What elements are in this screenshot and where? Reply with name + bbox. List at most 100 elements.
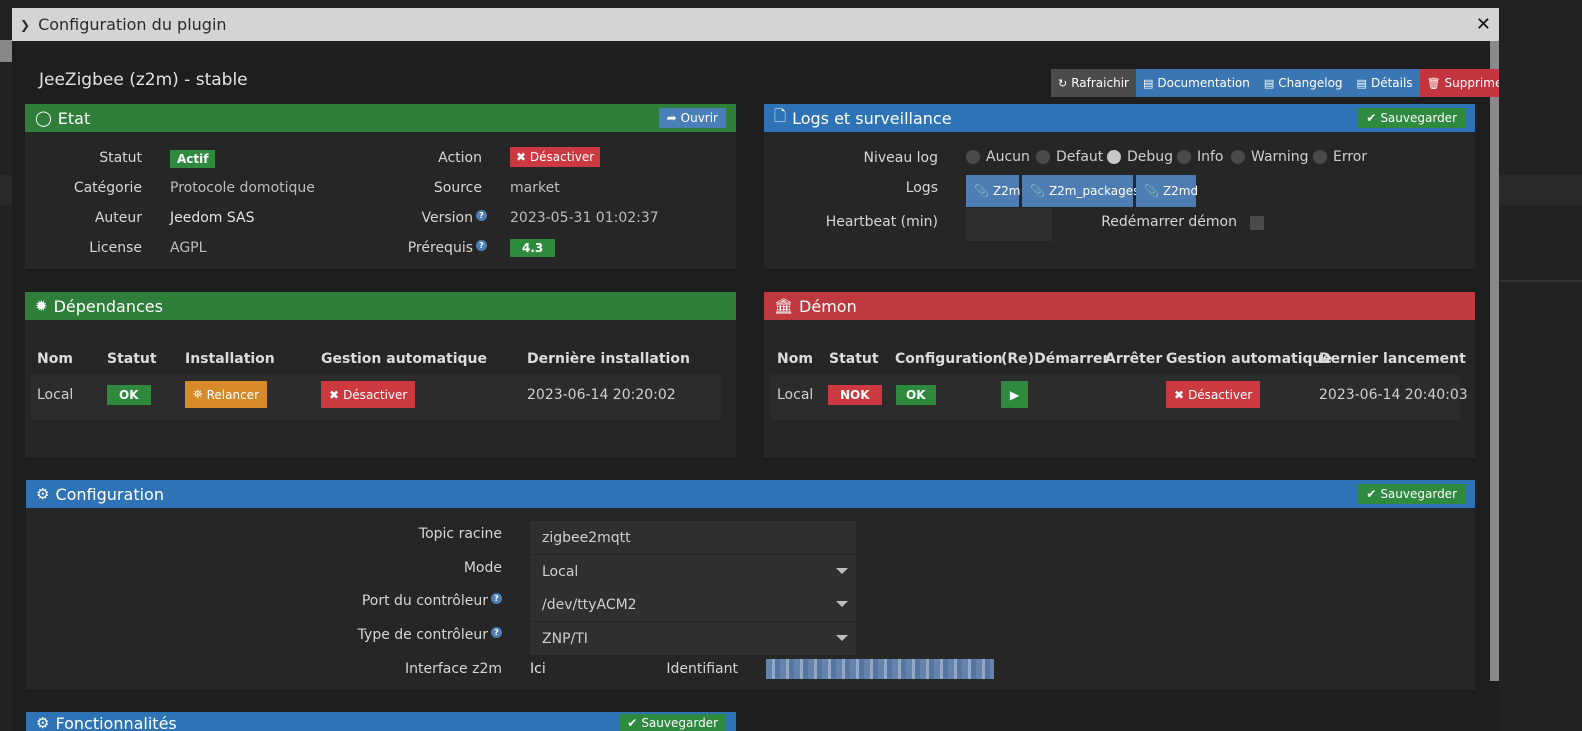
bicycle-icon: ⛯	[193, 387, 203, 401]
radio-defaut[interactable]: Defaut	[1036, 149, 1103, 165]
open-button[interactable]: ➦ Ouvrir	[658, 108, 726, 128]
help-icon[interactable]: ?	[476, 240, 487, 251]
radio-warning[interactable]: Warning	[1231, 149, 1309, 165]
certificate-icon: ✹	[35, 297, 48, 315]
plugin-title: JeeZigbee (z2m) - stable	[39, 70, 248, 90]
logs-label: Logs	[905, 180, 938, 196]
log-z2m-packages-button[interactable]: 📎 Z2m_packages	[1022, 175, 1139, 207]
demon-header: 🏛 Démon	[764, 292, 1475, 320]
circle-icon: ◯	[35, 109, 52, 127]
save-features-button[interactable]: ✔ Sauvegarder	[619, 714, 726, 731]
dep-col-nom: Nom	[37, 351, 73, 367]
radio-aucun[interactable]: Aucun	[966, 149, 1030, 165]
demon-nom: Local	[777, 387, 814, 403]
statut-badge: Actif	[170, 150, 216, 168]
share-icon: ➦	[666, 111, 677, 125]
configuration-panel: ⚙ Configuration ✔ Sauvegarder Topic racin…	[26, 480, 1475, 692]
fonctionnalites-header: ⚙ Fonctionnalités ✔ Sauvegarder	[26, 712, 736, 731]
paperclip-icon: 📎	[974, 184, 989, 198]
paperclip-icon: 📎	[1030, 184, 1045, 198]
documentation-button[interactable]: ▤ Documentation	[1135, 69, 1257, 97]
details-button[interactable]: ▤ Détails	[1349, 69, 1420, 97]
license-value: AGPL	[170, 240, 207, 256]
check-circle-icon: ✔	[1366, 487, 1377, 501]
demon-col-arreter: Arrêter	[1105, 351, 1163, 367]
demon-statut-badge: NOK	[828, 385, 882, 405]
chevron-down-icon	[836, 568, 848, 574]
demon-col-gestion: Gestion automatique	[1166, 351, 1333, 367]
close-icon: ✖	[516, 150, 530, 164]
action-label: Action	[438, 150, 482, 166]
port-select[interactable]: /dev/ttyACM2	[530, 588, 856, 621]
topic-label: Topic racine	[418, 526, 502, 542]
start-daemon-button[interactable]: ▶	[1001, 381, 1028, 408]
chevron-down-icon	[836, 601, 848, 607]
dep-deactivate-button[interactable]: ✖ Désactiver	[321, 381, 416, 408]
close-icon: ✖	[329, 387, 340, 402]
restart-daemon-checkbox[interactable]	[1250, 216, 1264, 230]
changelog-button[interactable]: ▤ Changelog	[1256, 69, 1350, 97]
logs-panel: 🗋 Logs et surveillance ✔ Sauvegarder Nive…	[764, 104, 1475, 271]
close-icon[interactable]: ✕	[1476, 14, 1491, 35]
version-value: 2023-05-31 01:02:37	[510, 210, 659, 226]
demon-dernier: 2023-06-14 20:40:03	[1319, 387, 1468, 403]
logs-header: 🗋 Logs et surveillance ✔ Sauvegarder	[764, 104, 1475, 132]
demon-col-statut: Statut	[829, 351, 879, 367]
auteur-value: Jeedom SAS	[170, 210, 255, 226]
interface-label: Interface z2m	[404, 661, 502, 677]
heartbeat-input[interactable]	[966, 208, 1052, 241]
chevron-right-icon[interactable]: ❯	[20, 18, 30, 32]
demon-deactivate-button[interactable]: ✖ Désactiver	[1166, 381, 1261, 408]
configuration-header: ⚙ Configuration ✔ Sauvegarder	[26, 480, 1475, 508]
demon-col-configuration: Configuration	[895, 351, 1003, 367]
identifiant-label: Identifiant	[666, 661, 738, 677]
dep-statut-badge: OK	[107, 385, 151, 405]
heartbeat-label: Heartbeat (min)	[825, 214, 938, 230]
close-icon: ✖	[1174, 387, 1185, 402]
dep-nom: Local	[37, 387, 74, 403]
help-icon[interactable]: ?	[476, 210, 487, 221]
mode-select[interactable]: Local	[530, 555, 856, 588]
save-logs-button[interactable]: ✔ Sauvegarder	[1358, 108, 1465, 128]
background-divider	[1500, 280, 1582, 282]
chevron-down-icon	[836, 635, 848, 641]
relancer-button[interactable]: ⛯ Relancer	[185, 381, 267, 408]
restart-daemon-label: Redémarrer démon	[1101, 214, 1237, 230]
help-icon[interactable]: ?	[491, 593, 502, 604]
prerequis-label: Prérequis?	[365, 240, 487, 256]
deactivate-plugin-button[interactable]: ✖ Désactiver	[510, 147, 601, 167]
niveau-log-label: Niveau log	[863, 150, 938, 166]
etat-header: ◯ Etat ➦ Ouvrir	[25, 104, 736, 132]
bank-icon: 🏛	[774, 297, 794, 315]
download-icon	[0, 40, 12, 62]
delete-button[interactable]: 🗑Supprimer	[1419, 69, 1499, 97]
modal-title: Configuration du plugin	[38, 15, 227, 34]
gears-icon: ⚙	[36, 485, 50, 503]
identifiant-value-redacted	[766, 659, 994, 679]
top-actions: ↻ Rafraichir ▤ Documentation ▤ Changelog ▤ D…	[1051, 69, 1499, 97]
log-z2md-button[interactable]: 📎 Z2md	[1136, 175, 1198, 207]
trash-icon: 🗑	[1426, 76, 1441, 90]
radio-debug[interactable]: Debug	[1107, 149, 1173, 165]
scrollbar[interactable]	[1490, 41, 1499, 681]
prerequis-badge: 4.3	[510, 239, 556, 257]
fonctionnalites-panel: ⚙ Fonctionnalités ✔ Sauvegarder	[26, 712, 736, 731]
topic-input[interactable]: zigbee2mqtt	[530, 521, 856, 554]
dep-col-gestion: Gestion automatique	[321, 351, 488, 367]
source-label: Source	[433, 180, 482, 196]
refresh-button[interactable]: ↻ Rafraichir	[1051, 69, 1136, 97]
demon-config-badge: OK	[896, 385, 936, 405]
gears-icon: ⚙	[36, 714, 50, 731]
type-select[interactable]: ZNP/TI	[530, 622, 856, 655]
radio-info[interactable]: Info	[1177, 149, 1224, 165]
save-config-button[interactable]: ✔ Sauvegarder	[1358, 484, 1465, 504]
log-z2m-button[interactable]: 📎 Z2m	[966, 175, 1021, 207]
etat-panel: ◯ Etat ➦ Ouvrir Statut Actif Catégorie Pr…	[25, 104, 736, 271]
auteur-label: Auteur	[94, 210, 142, 226]
file-icon: 🗋	[774, 106, 787, 125]
help-icon[interactable]: ?	[491, 627, 502, 638]
modal-titlebar: ❯ Configuration du plugin ✕	[12, 8, 1499, 41]
radio-error[interactable]: Error	[1313, 149, 1367, 165]
book-icon: ▤	[1263, 76, 1275, 90]
license-label: License	[89, 240, 142, 256]
